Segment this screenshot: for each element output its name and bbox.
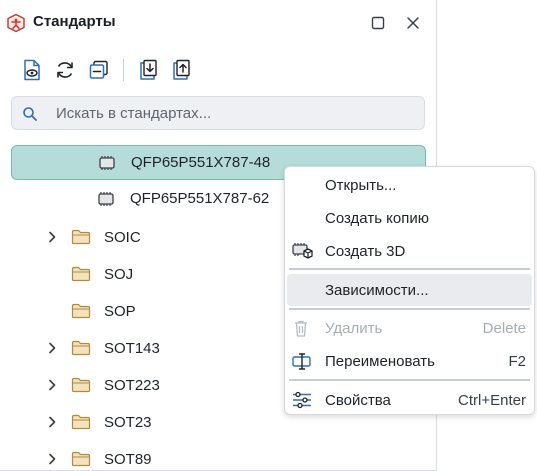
expand-chevron-icon[interactable] [45, 341, 59, 355]
component-chip-icon [98, 192, 114, 206]
refresh-icon [57, 62, 73, 78]
menu-item-label: Создать 3D [325, 243, 406, 260]
menu-item-delete[interactable]: Удалить Delete [287, 312, 532, 344]
menu-item-create-copy[interactable]: Создать копию [287, 202, 532, 234]
menu-item-label: Удалить [325, 320, 383, 337]
refresh-button[interactable] [52, 57, 78, 83]
import-button[interactable] [135, 57, 161, 83]
search-icon [23, 107, 37, 121]
menu-item-properties[interactable]: Свойства Ctrl+Enter [287, 384, 532, 416]
folder-icon [71, 303, 91, 319]
folder-icon [71, 229, 91, 245]
search-input[interactable] [56, 103, 416, 123]
menu-item-open[interactable]: Открыть... [287, 169, 532, 201]
menu-separator [289, 268, 530, 270]
menu-item-label: Свойства [325, 392, 391, 409]
collapse-all-button[interactable] [86, 57, 112, 83]
menu-item-label: Создать копию [325, 210, 429, 227]
maximize-icon [371, 16, 385, 30]
import-icon [140, 59, 157, 80]
panel-title: Стандарты [33, 13, 116, 30]
view-doc-icon [24, 59, 40, 81]
app-logo-icon [7, 13, 25, 33]
menu-item-label: Переименовать [325, 353, 435, 370]
export-button[interactable] [168, 57, 194, 83]
component-chip-icon [99, 156, 115, 170]
toolbar-separator [123, 59, 124, 81]
tree-item-label: SOT223 [104, 377, 160, 394]
tree-item-label: SOT143 [104, 340, 160, 357]
folder-icon [71, 340, 91, 356]
expand-chevron-icon[interactable] [45, 230, 59, 244]
tree-item-label: SOT23 [104, 414, 152, 431]
menu-separator [289, 379, 530, 381]
view-document-button[interactable] [19, 57, 45, 83]
tree-item-label: SOP [104, 303, 136, 320]
search-box [11, 96, 425, 130]
context-menu: Открыть... Создать копию Создать 3D Зави… [284, 166, 535, 415]
expand-chevron-icon[interactable] [45, 452, 59, 466]
expand-chevron-icon[interactable] [45, 415, 59, 429]
folder-icon [71, 414, 91, 430]
close-icon [407, 17, 419, 29]
tree-item-label: SOT89 [104, 451, 152, 468]
tree-item-label: SOJ [104, 266, 134, 283]
tree-item-label: QFP65P551X787-48 [131, 154, 271, 171]
rename-icon [292, 353, 311, 370]
menu-separator [289, 308, 530, 310]
menu-item-create-3d[interactable]: Создать 3D [287, 235, 532, 267]
folder-icon [71, 266, 91, 282]
menu-item-shortcut: F2 [508, 353, 526, 370]
tree-item-label: SOIC [104, 229, 141, 246]
trash-icon [295, 320, 307, 337]
folder-icon [71, 451, 91, 467]
maximize-button[interactable] [367, 12, 389, 34]
menu-item-shortcut: Delete [482, 320, 526, 337]
tree-folder-sot89[interactable]: SOT89 [11, 442, 426, 470]
tree-item-label: QFP65P551X787-62 [130, 190, 270, 207]
export-icon [173, 59, 190, 80]
menu-item-label: Зависимости... [325, 282, 429, 299]
expand-chevron-icon[interactable] [45, 378, 59, 392]
menu-item-shortcut: Ctrl+Enter [458, 392, 526, 409]
collapse-icon [89, 60, 108, 79]
folder-icon [71, 377, 91, 393]
menu-item-label: Открыть... [325, 177, 397, 194]
menu-item-dependencies[interactable]: Зависимости... [287, 274, 532, 306]
title-bar: Стандарты [0, 0, 436, 46]
menu-item-rename[interactable]: Переименовать F2 [287, 345, 532, 377]
toolbar [0, 54, 436, 86]
chip-3d-icon [292, 243, 313, 259]
settings-sliders-icon [293, 391, 311, 409]
close-button[interactable] [402, 12, 424, 34]
